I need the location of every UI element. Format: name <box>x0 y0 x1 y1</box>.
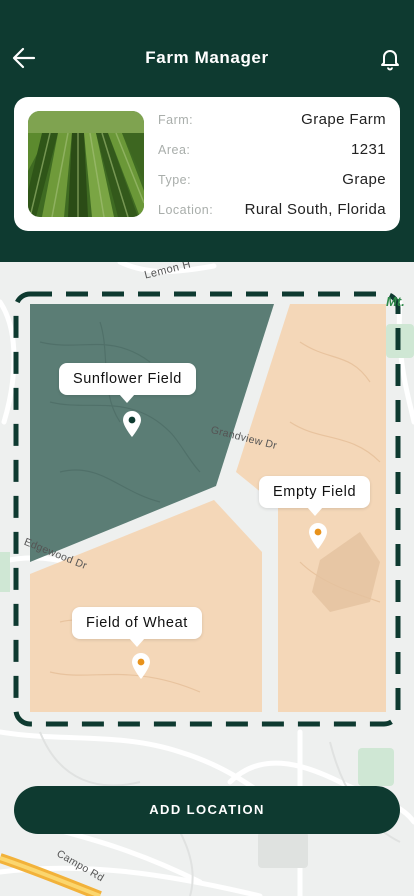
info-row-area: Area: 1231 <box>158 141 386 161</box>
farm-photo <box>28 111 144 217</box>
type-label: Type: <box>158 173 192 187</box>
info-row-type: Type: Grape <box>158 171 386 191</box>
empty-field-pin-icon[interactable] <box>307 522 329 550</box>
area-label: Area: <box>158 143 191 157</box>
wheat-field-label[interactable]: Field of Wheat <box>72 607 202 647</box>
sunflower-field-label[interactable]: Sunflower Field <box>59 363 196 403</box>
page-title: Farm Manager <box>145 48 269 67</box>
info-row-location: Location: Rural South, Florida <box>158 201 386 221</box>
location-label: Location: <box>158 203 214 217</box>
farm-value: Grape Farm <box>301 111 386 128</box>
add-location-button[interactable]: ADD LOCATION <box>14 786 400 834</box>
app-header: Farm Manager Farm: Grape Farm Area: 1231… <box>0 0 414 262</box>
area-value: 1231 <box>351 141 386 158</box>
farm-info-card: Farm: Grape Farm Area: 1231 Type: Grape … <box>14 97 400 231</box>
farm-label: Farm: <box>158 113 194 127</box>
empty-field-label[interactable]: Empty Field <box>259 476 371 516</box>
info-row-farm: Farm: Grape Farm <box>158 111 386 131</box>
location-value: Rural South, Florida <box>244 201 386 218</box>
type-value: Grape <box>342 171 386 188</box>
wheat-pin-icon[interactable] <box>130 652 152 680</box>
bell-icon[interactable] <box>376 44 404 72</box>
place-label-mt: Mt. <box>386 294 405 309</box>
sunflower-pin-icon[interactable] <box>121 410 143 438</box>
